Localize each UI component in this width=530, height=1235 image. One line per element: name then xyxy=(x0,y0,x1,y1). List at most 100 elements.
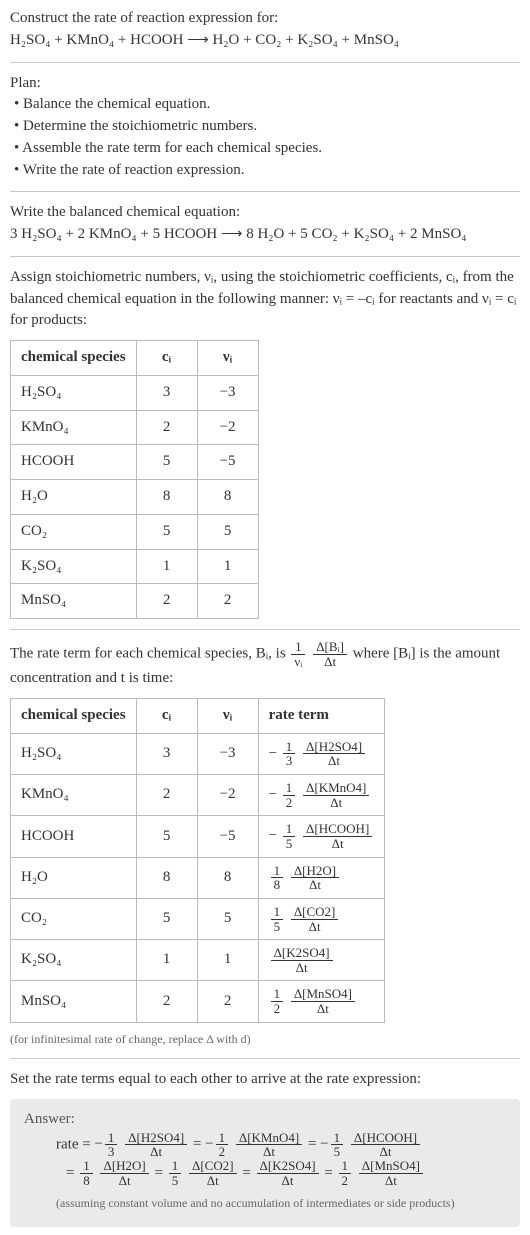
coef-frac: 12 xyxy=(283,781,296,809)
table-row: KMnO₄2−2− 12 Δ[KMnO4]Δt xyxy=(11,775,385,816)
cell-species: K₂SO₄ xyxy=(11,940,137,981)
divider xyxy=(10,1058,520,1059)
divider xyxy=(10,62,520,63)
table-row: H₂SO₄3−3− 13 Δ[H2SO4]Δt xyxy=(11,733,385,774)
cell-species: K₂SO₄ xyxy=(11,549,137,584)
sign: = − xyxy=(193,1136,214,1152)
frac-num: Δ[Bᵢ] xyxy=(313,640,347,655)
cell-rate-term: − 15 Δ[HCOOH]Δt xyxy=(258,816,385,857)
cell-species: MnSO₄ xyxy=(11,981,137,1022)
answer-line-1: rate = −13 Δ[H2SO4]Δt = −12 Δ[KMnO4]Δt =… xyxy=(56,1131,506,1159)
table-row: HCOOH5−5 xyxy=(11,445,259,480)
table-row: K₂SO₄11Δ[K2SO4]Δt xyxy=(11,940,385,981)
plan-heading: Plan: xyxy=(10,73,520,95)
cell-vi: 8 xyxy=(197,857,258,898)
answer-term: = Δ[K2SO4]Δt xyxy=(242,1165,320,1181)
cell-ci: 5 xyxy=(136,514,197,549)
col-ci: cᵢ xyxy=(136,341,197,376)
sign: = xyxy=(66,1165,78,1181)
rate-term-frac-coef: 1 νᵢ xyxy=(291,640,305,668)
cell-ci: 1 xyxy=(136,940,197,981)
cell-species: HCOOH xyxy=(11,445,137,480)
plan-item: • Balance the chemical equation. xyxy=(14,94,520,116)
sign: − xyxy=(269,745,281,761)
cell-ci: 5 xyxy=(136,898,197,939)
coef-frac: 12 xyxy=(339,1159,352,1187)
cell-vi: −3 xyxy=(197,375,258,410)
sign: = xyxy=(155,1165,167,1181)
cell-vi: −5 xyxy=(197,445,258,480)
delta-frac: Δ[KMnO4]Δt xyxy=(236,1131,302,1159)
divider xyxy=(10,256,520,257)
cell-species: H₂O xyxy=(11,857,137,898)
sign: = xyxy=(242,1165,254,1181)
coef-frac: 15 xyxy=(169,1159,182,1187)
cell-species: H₂SO₄ xyxy=(11,375,137,410)
cell-ci: 3 xyxy=(136,733,197,774)
coef-frac: 13 xyxy=(283,740,296,768)
delta-frac: Δ[CO2]Δt xyxy=(291,905,339,933)
coef-frac: 18 xyxy=(271,864,284,892)
table-row: H₂SO₄3−3 xyxy=(11,375,259,410)
coef-frac: 18 xyxy=(80,1159,93,1187)
balanced-heading: Write the balanced chemical equation: xyxy=(10,202,520,224)
cell-rate-term: 18 Δ[H2O]Δt xyxy=(258,857,385,898)
plan-item: • Assemble the rate term for each chemic… xyxy=(14,138,520,160)
rate-term-text: The rate term for each chemical species,… xyxy=(10,640,520,690)
cell-ci: 1 xyxy=(136,549,197,584)
answer-term: = 18 Δ[H2O]Δt xyxy=(66,1165,151,1181)
prompt-heading: Construct the rate of reaction expressio… xyxy=(10,8,520,30)
col-rate-term: rate term xyxy=(258,699,385,734)
plan-item: • Determine the stoichiometric numbers. xyxy=(14,116,520,138)
table-row: CO₂55 xyxy=(11,514,259,549)
col-vi: νᵢ xyxy=(197,699,258,734)
sign: = xyxy=(324,1165,336,1181)
cell-species: CO₂ xyxy=(11,898,137,939)
cell-ci: 2 xyxy=(136,584,197,619)
cell-species: KMnO₄ xyxy=(11,775,137,816)
frac-den: νᵢ xyxy=(291,655,305,669)
col-ci: cᵢ xyxy=(136,699,197,734)
cell-species: HCOOH xyxy=(11,816,137,857)
table-row: KMnO₄2−2 xyxy=(11,410,259,445)
cell-species: KMnO₄ xyxy=(11,410,137,445)
cell-ci: 8 xyxy=(136,857,197,898)
prompt-equation: H₂SO₄ + KMnO₄ + HCOOH ⟶ H₂O + CO₂ + K₂SO… xyxy=(10,30,520,52)
table-row: MnSO₄2212 Δ[MnSO4]Δt xyxy=(11,981,385,1022)
delta-frac: Δ[CO2]Δt xyxy=(189,1159,237,1187)
frac-den: Δt xyxy=(313,655,347,669)
set-equal-text: Set the rate terms equal to each other t… xyxy=(10,1069,520,1091)
divider xyxy=(10,191,520,192)
table-row: HCOOH5−5− 15 Δ[HCOOH]Δt xyxy=(11,816,385,857)
cell-rate-term: 12 Δ[MnSO4]Δt xyxy=(258,981,385,1022)
cell-ci: 8 xyxy=(136,480,197,515)
cell-rate-term: 15 Δ[CO2]Δt xyxy=(258,898,385,939)
delta-frac: Δ[H2O]Δt xyxy=(291,864,339,892)
cell-ci: 5 xyxy=(136,445,197,480)
col-species: chemical species xyxy=(11,699,137,734)
table-row: MnSO₄22 xyxy=(11,584,259,619)
delta-frac: Δ[HCOOH]Δt xyxy=(351,1131,420,1159)
cell-rate-term: − 13 Δ[H2SO4]Δt xyxy=(258,733,385,774)
cell-vi: 2 xyxy=(197,584,258,619)
sign: = − xyxy=(308,1136,329,1152)
coef-frac: 15 xyxy=(331,1131,344,1159)
cell-ci: 2 xyxy=(136,775,197,816)
divider xyxy=(10,629,520,630)
balanced-equation: 3 H₂SO₄ + 2 KMnO₄ + 5 HCOOH ⟶ 8 H₂O + 5 … xyxy=(10,224,520,246)
cell-rate-term: Δ[K2SO4]Δt xyxy=(258,940,385,981)
delta-frac: Δ[K2SO4]Δt xyxy=(271,946,333,974)
cell-vi: −3 xyxy=(197,733,258,774)
cell-vi: 1 xyxy=(197,549,258,584)
answer-label: Answer: xyxy=(24,1109,506,1131)
coef-frac: 15 xyxy=(283,822,296,850)
cell-vi: 2 xyxy=(197,981,258,1022)
plan-list: • Balance the chemical equation.• Determ… xyxy=(10,94,520,181)
cell-vi: −2 xyxy=(197,410,258,445)
frac-num: 1 xyxy=(291,640,305,655)
cell-species: CO₂ xyxy=(11,514,137,549)
answer-box: Answer: rate = −13 Δ[H2SO4]Δt = −12 Δ[KM… xyxy=(10,1099,520,1227)
col-vi: νᵢ xyxy=(197,341,258,376)
cell-rate-term: − 12 Δ[KMnO4]Δt xyxy=(258,775,385,816)
cell-vi: 5 xyxy=(197,898,258,939)
